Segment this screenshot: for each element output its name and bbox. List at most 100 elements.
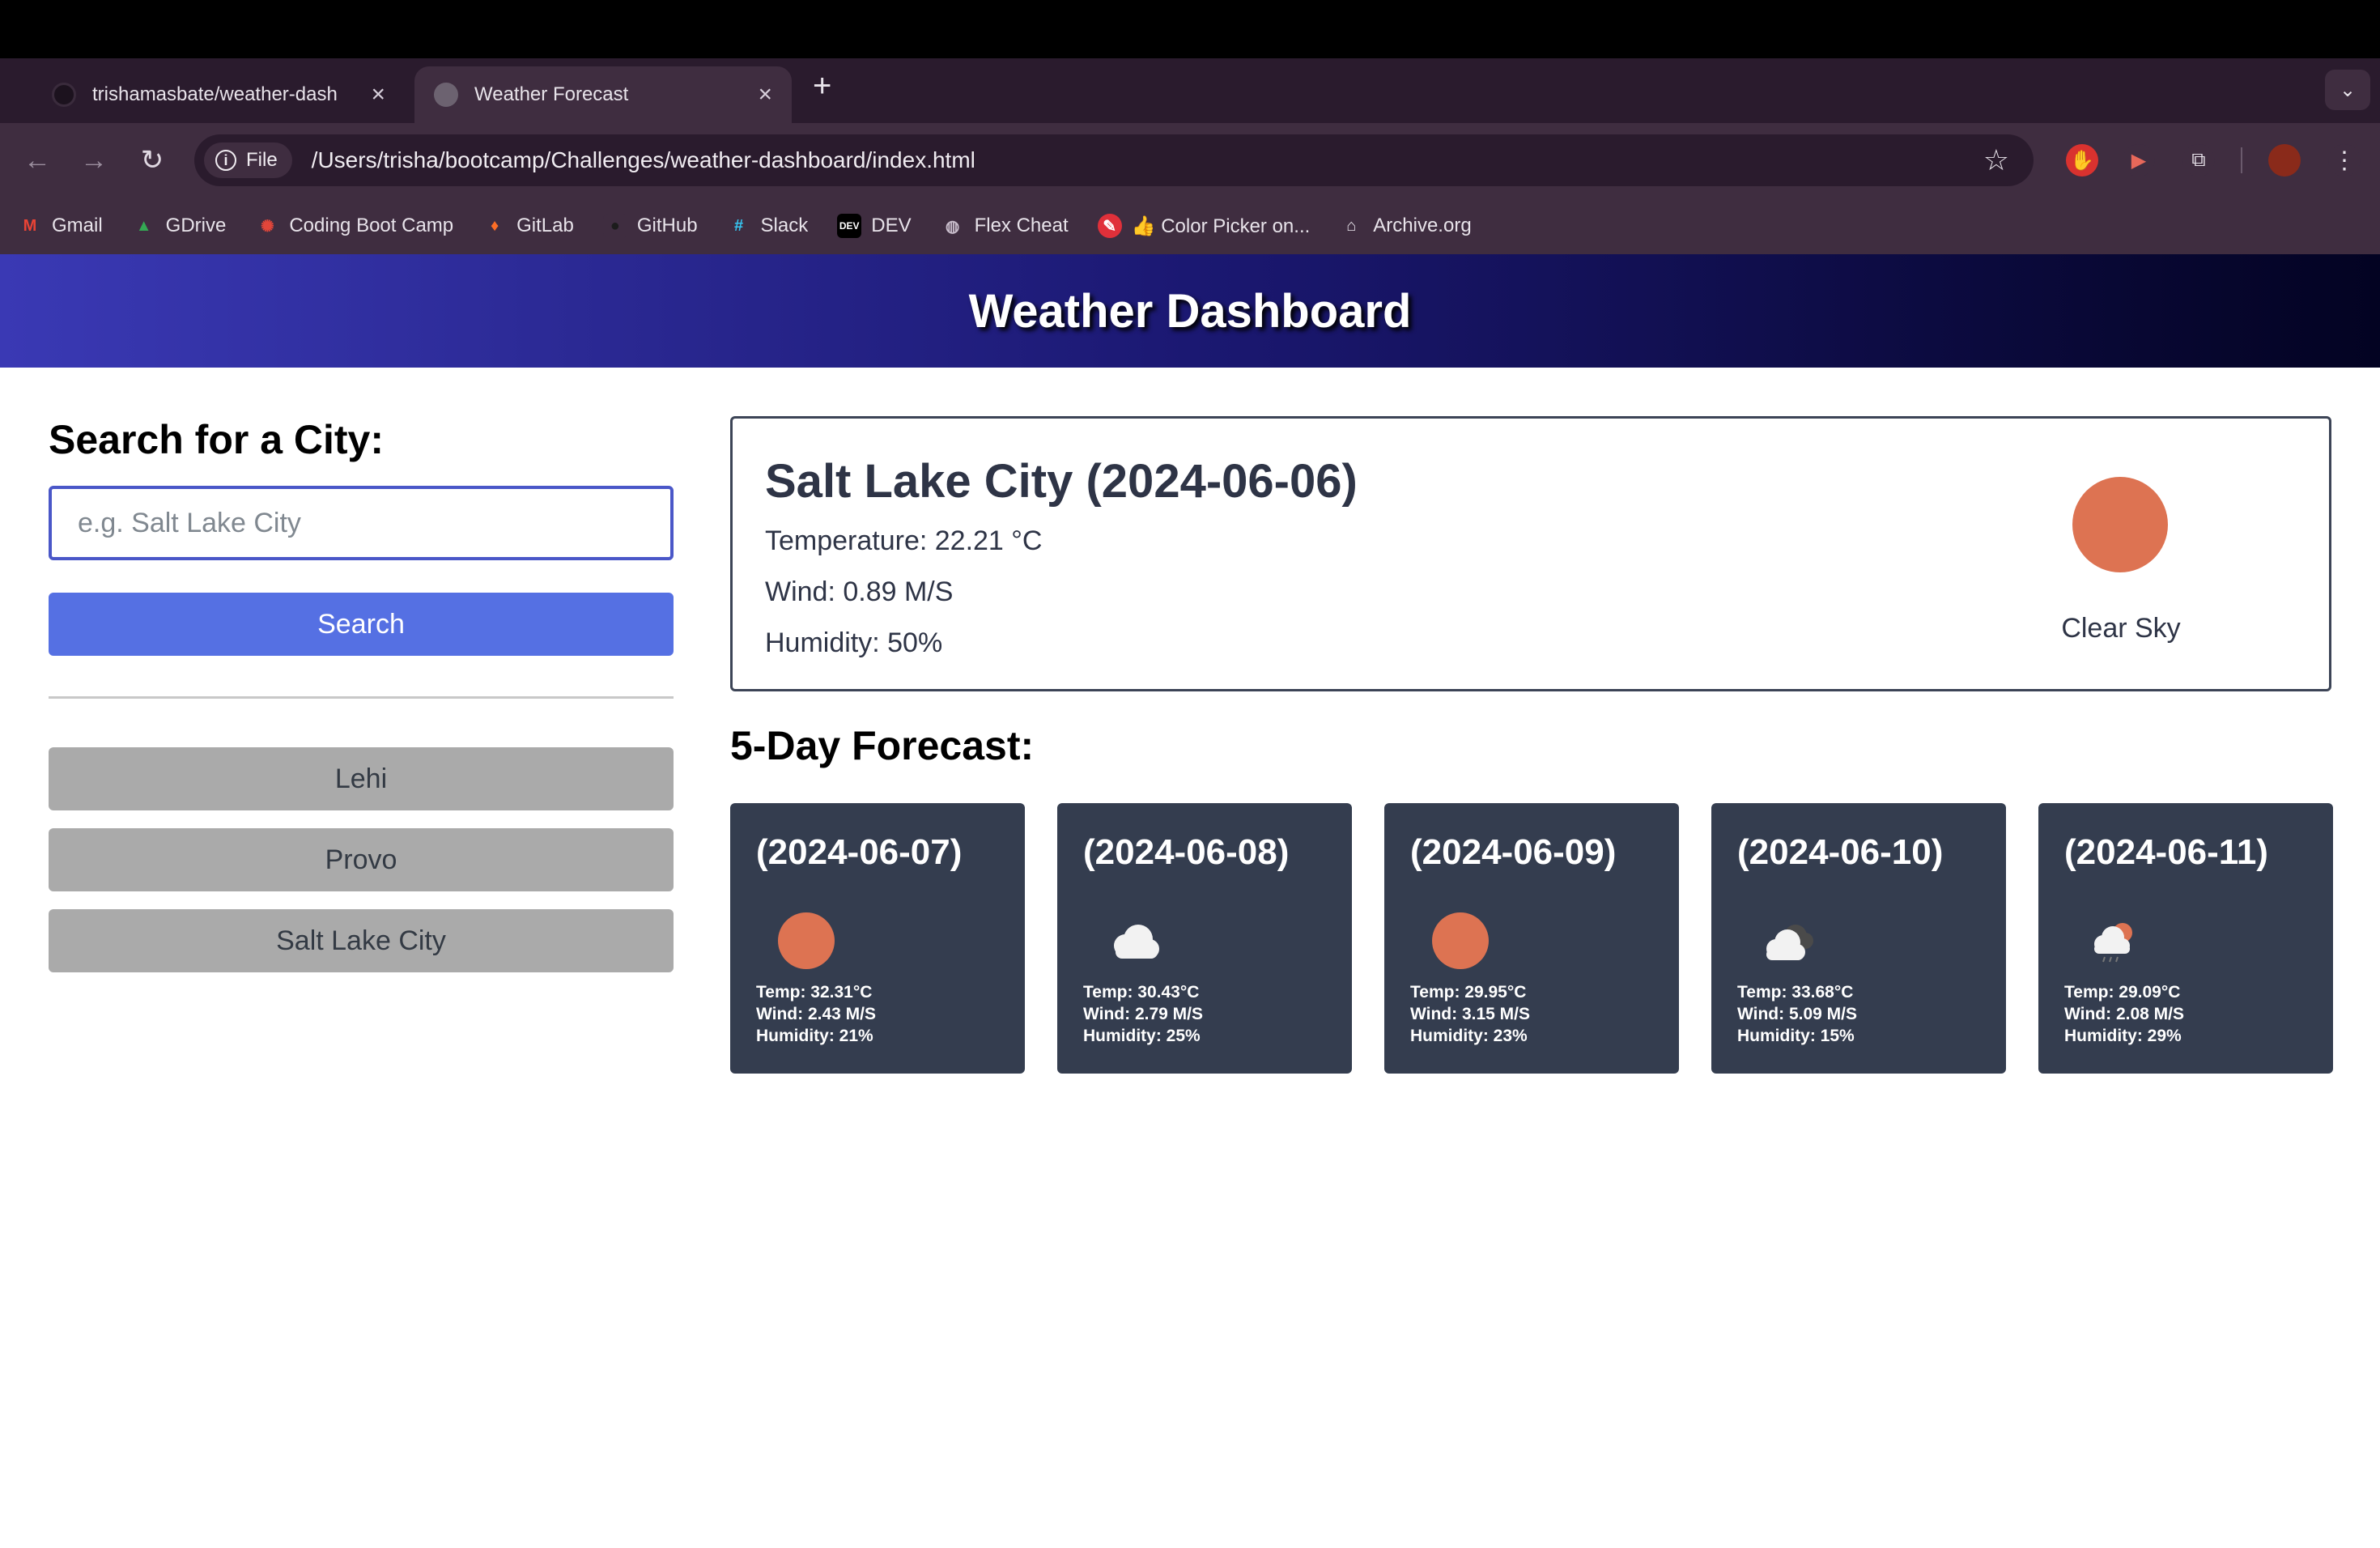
search-history: Lehi Provo Salt Lake City — [49, 747, 674, 972]
bookmark-star-icon[interactable]: ☆ — [1983, 143, 2009, 177]
bookmark-gmail[interactable]: M Gmail — [18, 214, 103, 238]
url-text[interactable]: /Users/trisha/bootcamp/Challenges/weathe… — [312, 147, 1983, 173]
forecast-card: (2024-06-07) Temp: 32.31°C Wind: 2.43 M/… — [730, 803, 1025, 1074]
current-humidity: Humidity: 50% — [765, 627, 943, 658]
bookmarks-bar: M Gmail ▲ GDrive ✺ Coding Boot Camp ♦ GitLab… — [0, 198, 2380, 254]
forecast-humidity: Humidity: 23% — [1410, 1027, 1528, 1045]
rain-icon — [2082, 908, 2147, 973]
os-top-bar — [0, 0, 2380, 58]
page-title: Weather Dashboard — [968, 284, 1412, 338]
page-header: Weather Dashboard — [0, 254, 2380, 368]
forecast-wind: Wind: 2.43 M/S — [756, 1005, 876, 1023]
forecast-humidity: Humidity: 21% — [756, 1027, 873, 1045]
gmail-icon: M — [23, 216, 37, 235]
close-icon[interactable]: × — [758, 81, 772, 108]
bookmark-dev[interactable]: DEV DEV — [837, 214, 912, 238]
adblock-extension-icon[interactable]: ✋ — [2066, 144, 2098, 176]
extensions-puzzle-icon[interactable]: ⧉ — [2182, 144, 2215, 176]
tab-github[interactable]: trishamasbate/weather-dash × — [32, 66, 405, 123]
forecast-cards: (2024-06-07) Temp: 32.31°C Wind: 2.43 M/… — [730, 803, 2333, 1074]
tab-title: trishamasbate/weather-dash — [92, 83, 338, 105]
city-search-input[interactable] — [49, 486, 674, 560]
search-sidebar: Search for a City: Search Lehi Provo Sal… — [49, 416, 674, 990]
color-picker-icon: ✎ — [1097, 214, 1122, 238]
sun-icon — [774, 908, 839, 973]
forecast-temp: Temp: 29.95°C — [1410, 983, 1527, 1002]
forecast-stats: Temp: 30.43°C Wind: 2.79 M/S Humidity: 2… — [1083, 981, 1203, 1047]
gdrive-icon: ▲ — [135, 216, 152, 235]
toolbar-divider — [2241, 147, 2242, 173]
forecast-stats: Temp: 33.68°C Wind: 5.09 M/S Humidity: 1… — [1737, 981, 1857, 1047]
forecast-temp: Temp: 32.31°C — [756, 983, 873, 1002]
current-temperature: Temperature: 22.21 °C — [765, 525, 1043, 556]
bookmark-flex-cheat[interactable]: ◍ Flex Cheat — [941, 214, 1069, 238]
screen-recorder-extension-icon[interactable]: ▶ — [2123, 144, 2155, 176]
tab-weather-forecast[interactable]: Weather Forecast × — [414, 66, 792, 123]
bookmark-color-picker[interactable]: ✎ 👍 Color Picker on... — [1097, 214, 1310, 238]
site-info-chip[interactable]: i File — [204, 142, 292, 178]
forecast-stats: Temp: 29.95°C Wind: 3.15 M/S Humidity: 2… — [1410, 981, 1530, 1047]
bookmark-slack[interactable]: # Slack — [727, 214, 808, 238]
forecast-wind: Wind: 5.09 M/S — [1737, 1005, 1857, 1023]
github-icon — [52, 83, 76, 107]
kebab-menu-icon[interactable]: ⋮ — [2328, 144, 2361, 176]
history-button-provo[interactable]: Provo — [49, 828, 674, 891]
forecast-card: (2024-06-09) Temp: 29.95°C Wind: 3.15 M/… — [1384, 803, 1679, 1074]
sidebar-divider — [49, 696, 674, 699]
globe-icon — [434, 83, 458, 107]
forecast-temp: Temp: 29.09°C — [2064, 983, 2181, 1002]
bookmark-archive[interactable]: ⌂ Archive.org — [1339, 214, 1471, 238]
forecast-card: (2024-06-08) Temp: 30.43°C Wind: 2.79 M/… — [1057, 803, 1352, 1074]
new-tab-button[interactable]: + — [813, 70, 831, 102]
search-heading: Search for a City: — [49, 417, 385, 462]
forecast-date: (2024-06-08) — [1083, 832, 1290, 872]
forecast-humidity: Humidity: 29% — [2064, 1027, 2182, 1045]
archive-icon: ⌂ — [1346, 216, 1357, 235]
current-city-heading: Salt Lake City (2024-06-06) — [765, 455, 1358, 508]
tab-strip: trishamasbate/weather-dash × Weather For… — [0, 58, 2380, 123]
forecast-date: (2024-06-07) — [756, 832, 963, 872]
forecast-humidity: Humidity: 15% — [1737, 1027, 1855, 1045]
forecast-stats: Temp: 29.09°C Wind: 2.08 M/S Humidity: 2… — [2064, 981, 2184, 1047]
sun-icon — [2072, 477, 2168, 572]
back-arrow-icon[interactable]: ← — [18, 141, 57, 180]
reload-icon[interactable]: ↻ — [133, 141, 172, 180]
forecast-heading: 5-Day Forecast: — [730, 723, 1035, 768]
close-icon[interactable]: × — [371, 81, 385, 108]
info-icon: i — [215, 150, 236, 171]
search-button[interactable]: Search — [49, 593, 674, 656]
current-description: Clear Sky — [2061, 613, 2181, 644]
forecast-wind: Wind: 2.79 M/S — [1083, 1005, 1203, 1023]
cloud-icon — [1101, 908, 1166, 973]
forecast-wind: Wind: 2.08 M/S — [2064, 1005, 2184, 1023]
scheme-label: File — [246, 149, 278, 171]
broken-clouds-icon — [1755, 908, 1820, 973]
bookmark-gdrive[interactable]: ▲ GDrive — [132, 214, 227, 238]
bootcamp-icon: ✺ — [260, 217, 274, 236]
slack-icon: # — [733, 216, 744, 235]
browser-toolbar: ← → ↻ i File /Users/trisha/bootcamp/Chal… — [0, 123, 2380, 198]
forward-arrow-icon[interactable]: → — [74, 141, 113, 180]
tab-title: Weather Forecast — [474, 83, 629, 105]
current-wind: Wind: 0.89 M/S — [765, 576, 954, 607]
forecast-card: (2024-06-11) Temp: 29.09°C Wind: 2.08 M/… — [2038, 803, 2333, 1074]
bookmark-coding-boot-camp[interactable]: ✺ Coding Boot Camp — [255, 214, 453, 238]
history-button-lehi[interactable]: Lehi — [49, 747, 674, 810]
sun-icon — [1428, 908, 1493, 973]
address-bar[interactable]: i File /Users/trisha/bootcamp/Challenges… — [194, 134, 2034, 186]
forecast-temp: Temp: 33.68°C — [1737, 983, 1854, 1002]
chevron-down-icon: ⌄ — [2339, 79, 2357, 101]
github-icon: ● — [602, 214, 627, 238]
forecast-wind: Wind: 3.15 M/S — [1410, 1005, 1530, 1023]
current-weather-card: Salt Lake City (2024-06-06) Temperature:… — [730, 416, 2331, 691]
forecast-temp: Temp: 30.43°C — [1083, 983, 1200, 1002]
tab-search-button[interactable]: ⌄ — [2325, 70, 2370, 110]
globe-icon: ◍ — [945, 217, 960, 236]
profile-avatar[interactable] — [2268, 144, 2301, 176]
bookmark-gitlab[interactable]: ♦ GitLab — [482, 214, 574, 238]
gitlab-icon: ♦ — [491, 216, 499, 235]
history-button-salt-lake-city[interactable]: Salt Lake City — [49, 909, 674, 972]
bookmark-github[interactable]: ● GitHub — [602, 214, 698, 238]
forecast-humidity: Humidity: 25% — [1083, 1027, 1201, 1045]
forecast-date: (2024-06-09) — [1410, 832, 1617, 872]
